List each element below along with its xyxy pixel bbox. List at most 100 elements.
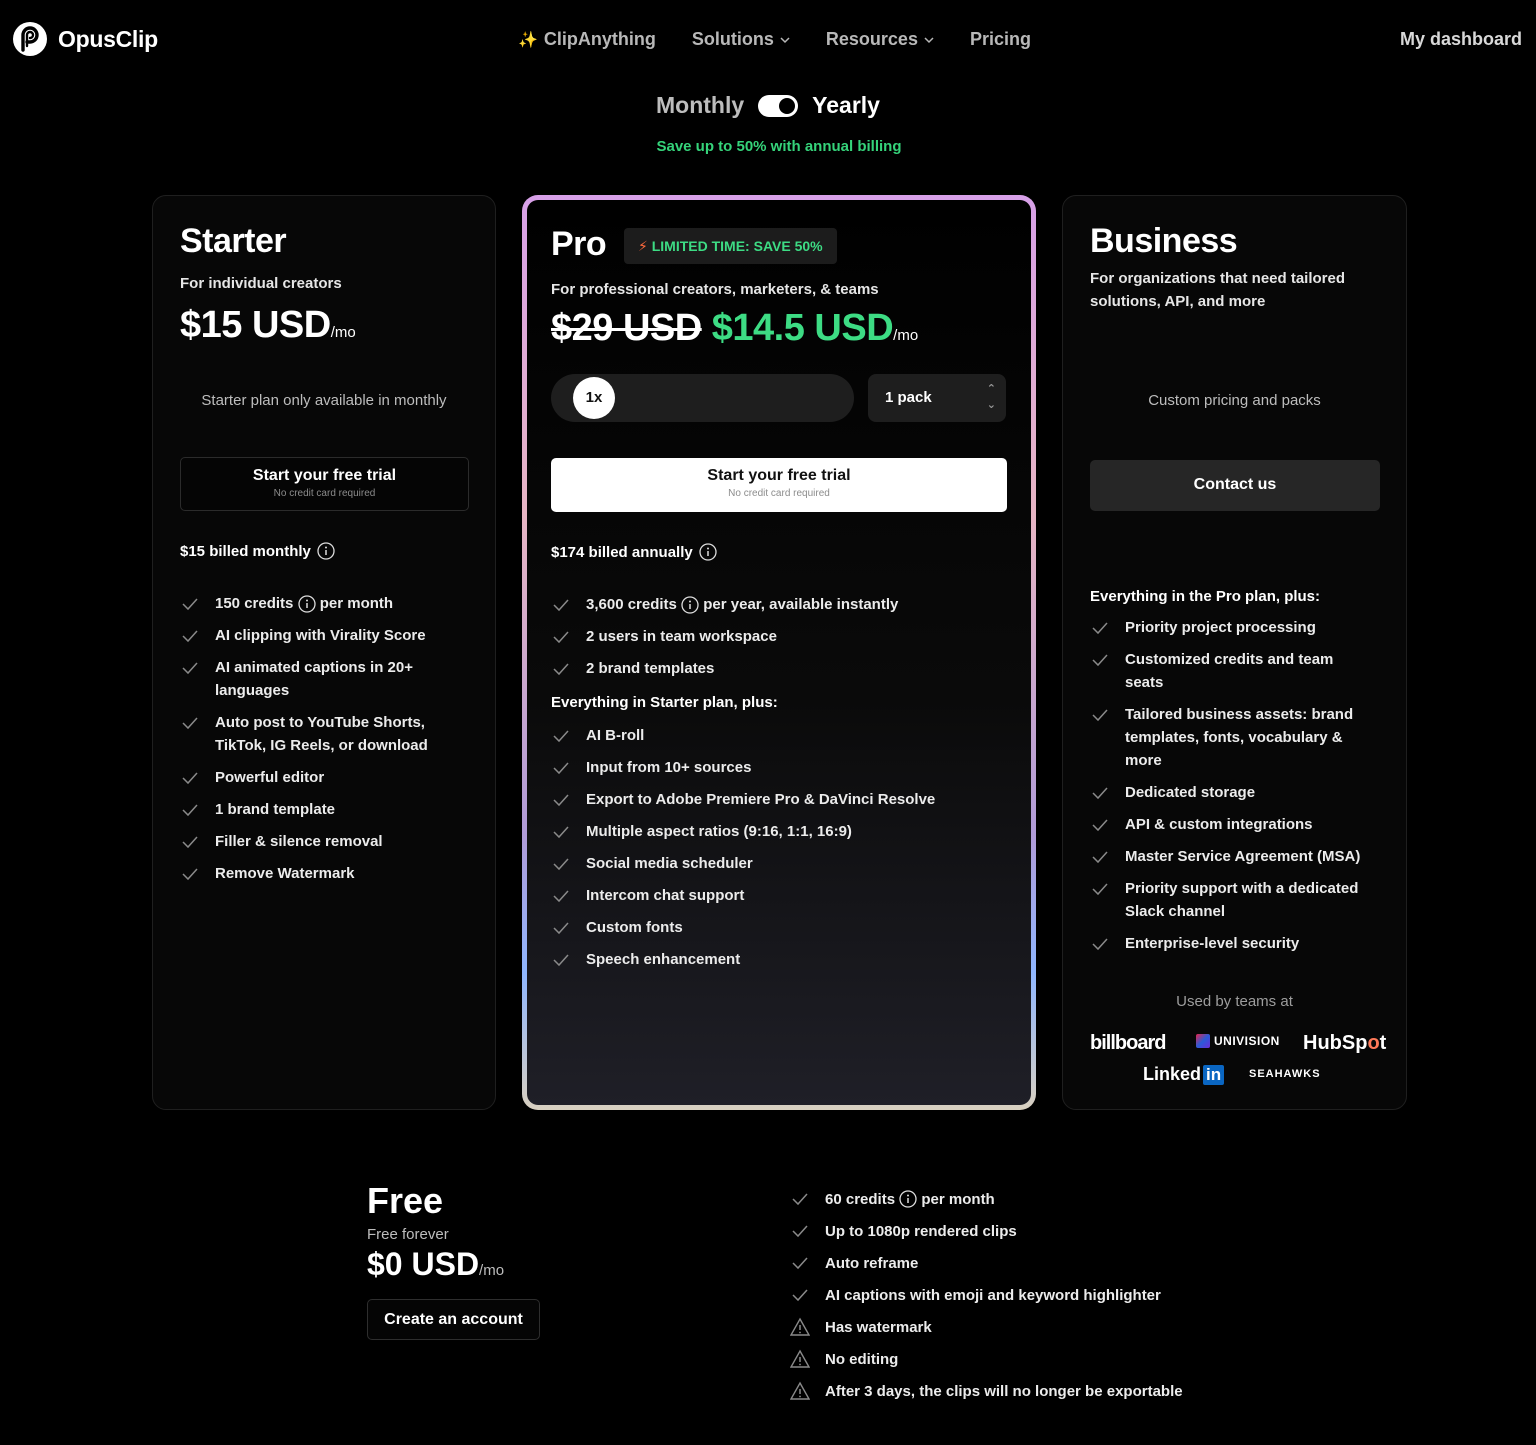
brand-logo[interactable]: OpusClip [12,21,158,57]
feature-text: Has watermark [825,1318,932,1336]
list-item: 150 credits per month [180,592,480,615]
info-icon[interactable] [297,595,316,613]
list-item: Export to Adobe Premiere Pro & DaVinci R… [551,788,991,811]
free-features: 60 credits per month Up to 1080p rendere… [790,1183,1183,1407]
limited-time-badge: ⚡ LIMITED TIME: SAVE 50% [624,228,837,264]
stepper-arrows-icon[interactable]: ⌃ ⌄ [987,381,996,413]
per-month-suffix: /mo [330,324,356,341]
list-item: Speech enhancement [551,948,991,971]
pro-plan-card: Pro ⚡ LIMITED TIME: SAVE 50% For profess… [522,195,1036,1110]
list-item: AI clipping with Virality Score [180,624,480,647]
pro-price: $29 USD $14.5 USD/mo [551,307,918,350]
list-item: AI B-roll [551,724,991,747]
lightning-icon: ⚡ [638,238,648,254]
list-item: AI captions with emoji and keyword highl… [790,1279,1183,1311]
list-item: API & custom integrations [1090,813,1380,836]
warning-icon [790,1349,810,1368]
nav-solutions[interactable]: Solutions [692,29,790,50]
nav-resources[interactable]: Resources [826,29,934,50]
feature-text: Powerful editor [215,769,325,786]
starter-trial-button[interactable]: Start your free trial No credit card req… [180,457,469,511]
create-account-button[interactable]: Create an account [367,1299,540,1340]
linkedin-logo: Linked in [1143,1064,1225,1085]
check-icon [182,772,198,785]
feature-text: Intercom chat support [586,887,745,904]
feature-text: Tailored business assets: brand template… [1125,706,1354,769]
my-dashboard-link[interactable]: My dashboard [1400,29,1522,50]
seahawks-logo: SEAHAWKS [1249,1068,1321,1080]
list-item: Priority project processing [1090,616,1380,639]
billing-toggle-row: Monthly Yearly [0,92,1536,119]
check-icon [792,1289,808,1302]
feature-text: 2 brand templates [586,660,715,677]
list-item: Custom fonts [551,916,991,939]
nav-resources-label: Resources [825,29,918,49]
check-icon [792,1193,808,1206]
starter-features: 150 credits per month AI clipping with V… [180,592,480,885]
check-icon [553,954,569,967]
free-subtitle: Free forever [367,1226,449,1243]
info-icon[interactable] [699,543,717,561]
top-nav: OpusClip ✨ ClipAnything Solutions Resour… [0,0,1536,80]
list-item: Master Service Agreement (MSA) [1090,845,1380,868]
starter-price-value: $15 USD [180,304,331,346]
nav-pricing[interactable]: Pricing [970,29,1031,50]
pro-card-body: Pro ⚡ LIMITED TIME: SAVE 50% For profess… [527,200,1031,1105]
list-item: Up to 1080p rendered clips [790,1215,1183,1247]
feature-text: No editing [825,1350,899,1368]
feature-text: Priority project processing [1125,619,1316,636]
nav-clipanything-label: ClipAnything [543,29,656,49]
yearly-label[interactable]: Yearly [812,92,880,119]
check-icon [553,762,569,775]
pack-multiplier-slider[interactable]: 1x [551,374,854,422]
info-icon[interactable] [899,1190,917,1208]
list-item: Auto reframe [790,1247,1183,1279]
feature-text: Multiple aspect ratios (9:16, 1:1, 16:9) [586,823,852,840]
feature-text: Custom fonts [586,919,683,936]
info-icon[interactable] [681,596,699,614]
feature-text: 60 credits [825,1190,896,1208]
per-month-suffix: /mo [479,1262,505,1279]
info-icon[interactable] [317,542,335,560]
check-icon [1092,654,1108,667]
free-price: $0 USD/mo [367,1246,504,1283]
chevron-down-icon [780,36,790,43]
starter-trial-label: Start your free trial [252,467,397,484]
custom-pricing-note: Custom pricing and packs [1148,392,1321,409]
starter-price: $15 USD/mo [180,304,356,347]
nav-clipanything[interactable]: ✨ ClipAnything [518,29,656,50]
feature-text: 2 users in team workspace [586,628,777,645]
per-month-suffix: /mo [893,327,919,344]
hubspot-logo: HubSpot [1303,1032,1387,1054]
list-item: Has watermark [790,1311,1183,1343]
check-icon [1092,883,1108,896]
list-item: Intercom chat support [551,884,991,907]
contact-us-button[interactable]: Contact us [1090,460,1380,511]
monthly-label[interactable]: Monthly [656,92,744,119]
check-icon [553,890,569,903]
check-icon [1092,709,1108,722]
chevron-down-icon [924,36,934,43]
list-item: 2 users in team workspace [551,625,991,648]
list-item: Customized credits and team seats [1090,648,1380,694]
check-icon [182,836,198,849]
pack-select[interactable]: 1 pack ⌃ ⌄ [868,374,1006,422]
badge-text: LIMITED TIME: SAVE 50% [651,238,823,254]
list-item: No editing [790,1343,1183,1375]
feature-text: Customized credits and team seats [1125,651,1334,691]
list-item: Remove Watermark [180,862,480,885]
list-item: Auto post to YouTube Shorts, TikTok, IG … [180,711,480,757]
pro-trial-button[interactable]: Start your free trial No credit card req… [551,458,1007,512]
list-item: 1 brand template [180,798,480,821]
nav-links: ✨ ClipAnything Solutions Resources Prici… [518,29,1031,50]
feature-text: per month [319,595,394,612]
feature-text: Auto post to YouTube Shorts, TikTok, IG … [215,714,428,754]
pro-features: AI B-roll Input from 10+ sources Export … [551,724,991,971]
list-item: Dedicated storage [1090,781,1380,804]
business-plus-heading: Everything in the Pro plan, plus: [1090,588,1321,605]
feature-text: AI captions with emoji and keyword highl… [825,1286,1161,1304]
check-icon [553,631,569,644]
slider-thumb[interactable]: 1x [573,377,615,419]
billing-switch[interactable] [758,94,799,117]
pro-title: Pro [551,225,607,263]
